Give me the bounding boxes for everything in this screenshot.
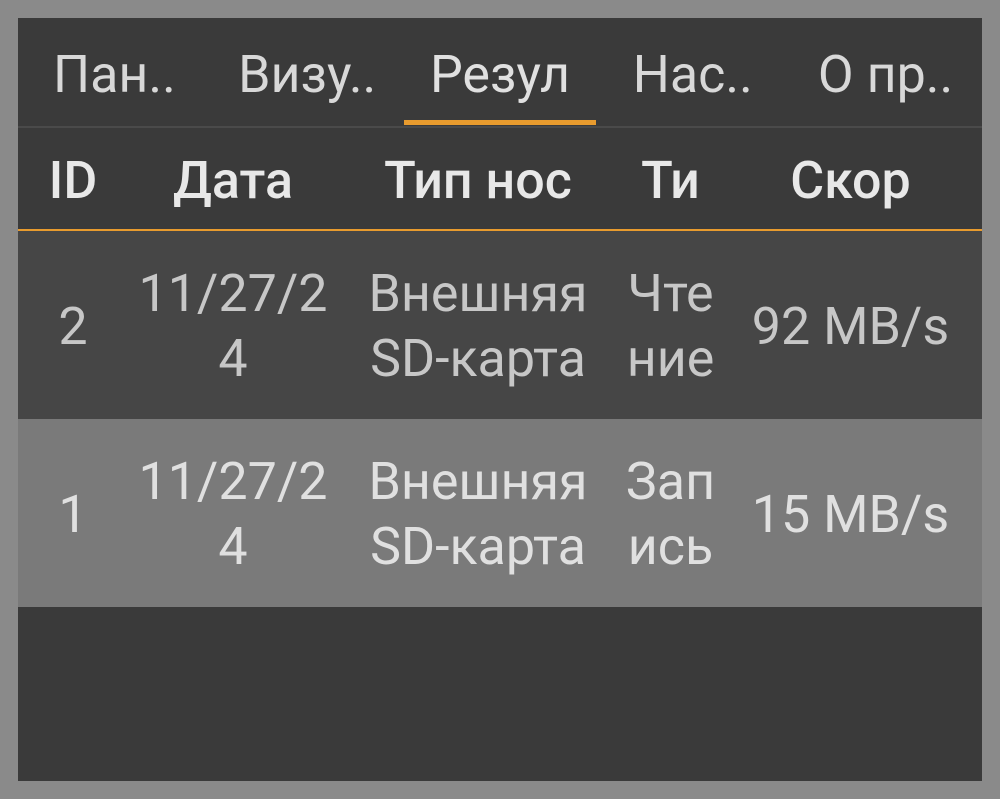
tab-bar: Пан.. Визу.. Резул Нас.. О пр..	[18, 18, 982, 128]
cell-speed: 15 MB/s	[723, 482, 978, 547]
cell-op: Запись	[618, 449, 723, 579]
cell-type: Внешняя SD-карта	[338, 449, 618, 579]
cell-speed: 92 MB/s	[723, 294, 978, 359]
results-table-header: ID Дата Тип нос Ти Скор	[18, 128, 982, 231]
cell-id: 2	[18, 294, 128, 359]
header-speed[interactable]: Скор	[723, 150, 978, 211]
cell-id: 1	[18, 482, 128, 547]
app-window: Пан.. Визу.. Резул Нас.. О пр.. ID Дата …	[18, 18, 982, 781]
header-date[interactable]: Дата	[128, 150, 338, 211]
tab-panel[interactable]: Пан..	[18, 19, 211, 125]
tab-results[interactable]: Резул	[404, 19, 597, 125]
tab-about[interactable]: О пр..	[789, 19, 982, 125]
cell-type: Внешняя SD-карта	[338, 261, 618, 391]
cell-date: 11/27/24	[128, 261, 338, 391]
cell-date: 11/27/24	[128, 449, 338, 579]
header-id[interactable]: ID	[18, 150, 128, 211]
tab-visual[interactable]: Визу..	[211, 19, 404, 125]
tab-settings[interactable]: Нас..	[596, 19, 789, 125]
table-row[interactable]: 2 11/27/24 Внешняя SD-карта Чтение 92 MB…	[18, 231, 982, 419]
header-op[interactable]: Ти	[618, 150, 723, 211]
table-row[interactable]: 1 11/27/24 Внешняя SD-карта Запись 15 MB…	[18, 419, 982, 607]
header-type[interactable]: Тип нос	[338, 150, 618, 211]
cell-op: Чтение	[618, 261, 723, 391]
